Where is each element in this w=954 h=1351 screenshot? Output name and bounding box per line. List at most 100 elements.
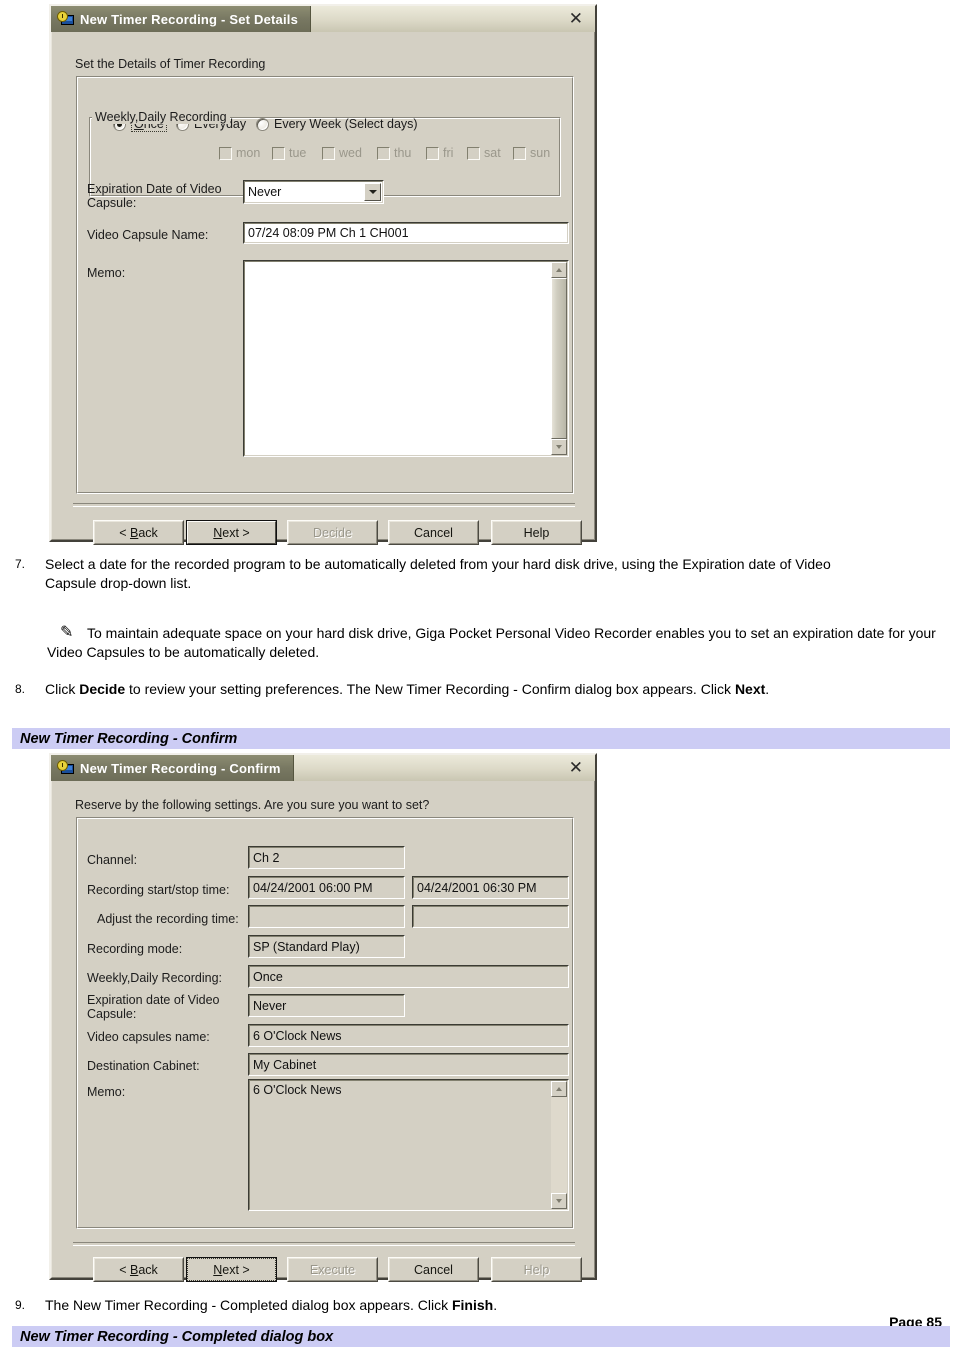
memo-textarea-d1[interactable] — [243, 260, 569, 457]
adjust-time-label: Adjust the recording time: — [97, 912, 239, 926]
video-capsule-name-input[interactable]: 07/24 08:09 PM Ch 1 CH001 — [243, 222, 569, 244]
checkbox-day-wed[interactable]: wed — [322, 146, 362, 160]
step-8-text-b: to review your setting preferences. The … — [125, 681, 735, 697]
next-button-d2[interactable]: Next > — [186, 1257, 277, 1282]
cancel-button-d2-label: Cancel — [414, 1262, 453, 1277]
close-icon[interactable]: ✕ — [567, 10, 585, 29]
decide-button-d1[interactable]: Decide — [287, 520, 378, 545]
checkbox-sun-box — [513, 146, 526, 160]
channel-value: Ch 2 — [253, 850, 280, 865]
weekly-daily-field: Once — [248, 965, 569, 988]
expiration-date-value: Never — [248, 185, 282, 199]
scroll-thumb-d1[interactable] — [551, 278, 567, 439]
step-9-text-b: . — [493, 1297, 498, 1313]
checkbox-day-sat[interactable]: sat — [467, 146, 501, 160]
dialog2-button-separator — [73, 1242, 575, 1246]
checkbox-thu-label: thu — [394, 146, 412, 160]
help-button-d1-label: Help — [523, 525, 550, 540]
recording-mode-label: Recording mode: — [87, 942, 183, 956]
dialog1-titlebar[interactable]: New Timer Recording - Set Details ✕ — [51, 6, 595, 32]
section-bar-confirm-label: New Timer Recording - Confirm — [20, 730, 238, 747]
video-capsule-name-value: 07/24 08:09 PM Ch 1 CH001 — [248, 226, 409, 240]
timer-recording-app-icon — [57, 11, 75, 27]
help-button-d1[interactable]: Help — [491, 520, 582, 545]
checkbox-day-tue[interactable]: tue — [272, 146, 306, 160]
adjust-start-field — [248, 905, 405, 928]
checkbox-day-thu[interactable]: thu — [377, 146, 411, 160]
video-capsule-name-label: Video Capsule Name: — [87, 228, 209, 242]
recording-start-field: 04/24/2001 06:00 PM — [248, 876, 405, 899]
memo-value-d2: 6 O'Clock News — [253, 1083, 342, 1097]
dialog1-heading: Set the Details of Timer Recording — [75, 57, 266, 71]
dialog2-titlebar[interactable]: New Timer Recording - Confirm ✕ — [51, 755, 595, 781]
close-icon-2[interactable]: ✕ — [567, 759, 585, 778]
back-button-d2-label: < Back — [119, 1262, 158, 1277]
recording-mode-value: SP (Standard Play) — [253, 939, 360, 954]
radio-every-week-dot — [256, 117, 269, 131]
expiration-date-combo[interactable]: Never — [243, 180, 384, 204]
next-button-d2-label: Next > — [213, 1262, 250, 1277]
dialog2-heading: Reserve by the following settings. Are y… — [75, 798, 430, 812]
destination-cabinet-field: My Cabinet — [248, 1053, 569, 1076]
checkbox-day-fri[interactable]: fri — [426, 146, 453, 160]
back-button-d1[interactable]: < Back — [93, 520, 184, 545]
checkbox-sun-label: sun — [530, 146, 551, 160]
memo-scrollbar-d1[interactable] — [551, 262, 567, 455]
step-8-text-c: . — [765, 681, 770, 697]
memo-textarea-d2: 6 O'Clock News — [248, 1079, 569, 1211]
expiration-date-field-d2: Never — [248, 994, 405, 1017]
checkbox-fri-box — [426, 146, 439, 160]
dialog1-button-separator — [73, 503, 575, 507]
memo-label-d1: Memo: — [87, 266, 126, 280]
back-button-d2[interactable]: < Back — [93, 1257, 184, 1282]
recording-time-label: Recording start/stop time: — [87, 883, 230, 897]
expiration-date-label-d2: Expiration date of Video Capsule: — [87, 993, 220, 1021]
scroll-track-d2[interactable] — [551, 1097, 567, 1193]
timer-recording-app-icon-2 — [57, 760, 75, 776]
step-9-text: The New Timer Recording - Completed dial… — [45, 1296, 885, 1315]
chevron-down-icon[interactable] — [364, 183, 381, 201]
adjust-stop-field — [412, 905, 569, 928]
scroll-down-icon-d2[interactable] — [551, 1193, 567, 1209]
dialog2-body: Reserve by the following settings. Are y… — [51, 781, 595, 1282]
note-text: To maintain adequate space on your hard … — [47, 625, 936, 660]
decide-button-d1-label: Decide — [313, 525, 352, 540]
step-8-bold-decide: Decide — [79, 681, 126, 697]
checkbox-day-sun[interactable]: sun — [513, 146, 550, 160]
scroll-up-icon-d1[interactable] — [551, 262, 567, 278]
scroll-down-icon-d1[interactable] — [551, 439, 567, 455]
cancel-button-d2[interactable]: Cancel — [388, 1257, 479, 1282]
expiration-date-value-d2: Never — [253, 998, 287, 1013]
execute-button-d2[interactable]: Execute — [287, 1257, 378, 1282]
destination-cabinet-label: Destination Cabinet: — [87, 1059, 200, 1073]
step-8-bold-next: Next — [734, 681, 766, 697]
next-button-d1[interactable]: Next > — [186, 520, 277, 545]
radio-every-week[interactable]: Every Week (Select days) — [256, 117, 418, 131]
checkbox-wed-label: wed — [339, 146, 362, 160]
dialog1-body: Set the Details of Timer Recording Weekl… — [51, 32, 595, 545]
section-bar-completed: New Timer Recording - Completed dialog b… — [12, 1326, 950, 1347]
memo-scrollbar-d2[interactable] — [551, 1081, 567, 1209]
checkbox-tue-box — [272, 146, 285, 160]
checkbox-mon-box — [219, 146, 232, 160]
help-button-d2[interactable]: Help — [491, 1257, 582, 1282]
cancel-button-d1[interactable]: Cancel — [388, 520, 479, 545]
video-capsules-name-label-d2: Video capsules name: — [87, 1030, 210, 1044]
dialog-set-details: New Timer Recording - Set Details ✕ Set … — [49, 4, 597, 545]
dialog2-title-block: New Timer Recording - Confirm — [51, 755, 294, 781]
checkbox-tue-label: tue — [289, 146, 307, 160]
step-9-number: 9. — [15, 1298, 26, 1312]
dialog1-titlebar-filler: ✕ — [311, 6, 595, 32]
execute-button-d2-label: Execute — [309, 1262, 356, 1277]
step-8-text: Click Decide to review your setting pref… — [45, 680, 885, 699]
checkbox-day-mon[interactable]: mon — [219, 146, 260, 160]
scroll-up-icon-d2[interactable] — [551, 1081, 567, 1097]
step-9-text-a: The New Timer Recording - Completed dial… — [45, 1297, 452, 1313]
checkbox-sat-label: sat — [484, 146, 501, 160]
step-8-text-a: Click — [45, 681, 80, 697]
step-9-bold-finish: Finish — [451, 1297, 494, 1313]
step-8-number: 8. — [15, 682, 26, 696]
expiration-date-label: Expiration Date of Video Capsule: — [87, 182, 222, 210]
video-capsules-name-value-d2: 6 O'Clock News — [253, 1028, 342, 1043]
section-bar-completed-label: New Timer Recording - Completed dialog b… — [20, 1328, 334, 1345]
